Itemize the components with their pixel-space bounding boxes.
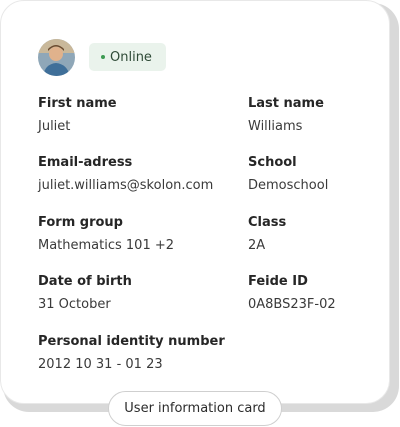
online-dot-icon — [101, 55, 105, 59]
stage: Online First name Juliet Last name Willi… — [0, 0, 400, 427]
date-of-birth-field: Date of birth 31 October — [38, 274, 132, 313]
date-of-birth-value: 31 October — [38, 297, 111, 312]
user-photo-icon — [38, 39, 75, 76]
class-field: Class 2A — [248, 215, 286, 254]
class-value: 2A — [248, 238, 266, 253]
form-group-value: Mathematics 101 +2 — [38, 238, 175, 253]
caption-text: User information card — [124, 401, 266, 416]
first-name-field: First name Juliet — [38, 96, 117, 135]
date-of-birth-label: Date of birth — [38, 274, 132, 289]
class-label: Class — [248, 215, 287, 230]
last-name-field: Last name Williams — [248, 96, 324, 135]
caption-tag: User information card — [108, 391, 282, 426]
form-group-label: Form group — [38, 215, 123, 230]
school-value: Demoschool — [248, 178, 329, 193]
personal-id-label: Personal identity number — [38, 334, 225, 349]
school-field: School Demoschool — [248, 155, 328, 194]
status-badge: Online — [89, 43, 166, 71]
first-name-label: First name — [38, 96, 117, 111]
personal-id-value: 2012 10 31 - 01 23 — [38, 357, 163, 372]
email-value: juliet.williams@skolon.com — [38, 178, 214, 193]
avatar[interactable] — [38, 39, 75, 76]
last-name-label: Last name — [248, 96, 324, 111]
personal-id-field: Personal identity number 2012 10 31 - 01… — [38, 334, 225, 373]
user-information-card: Online First name Juliet Last name Willi… — [0, 0, 390, 404]
status-text: Online — [110, 49, 152, 65]
form-group-field: Form group Mathematics 101 +2 — [38, 215, 174, 254]
school-label: School — [248, 155, 297, 170]
last-name-value: Williams — [248, 119, 303, 134]
feide-id-value: 0A8BS23F-02 — [248, 297, 336, 312]
first-name-value: Juliet — [38, 119, 71, 134]
email-field: Email-adress juliet.williams@skolon.com — [38, 155, 213, 194]
feide-id-field: Feide ID 0A8BS23F-02 — [248, 274, 336, 313]
email-label: Email-adress — [38, 155, 133, 170]
feide-id-label: Feide ID — [248, 274, 308, 289]
